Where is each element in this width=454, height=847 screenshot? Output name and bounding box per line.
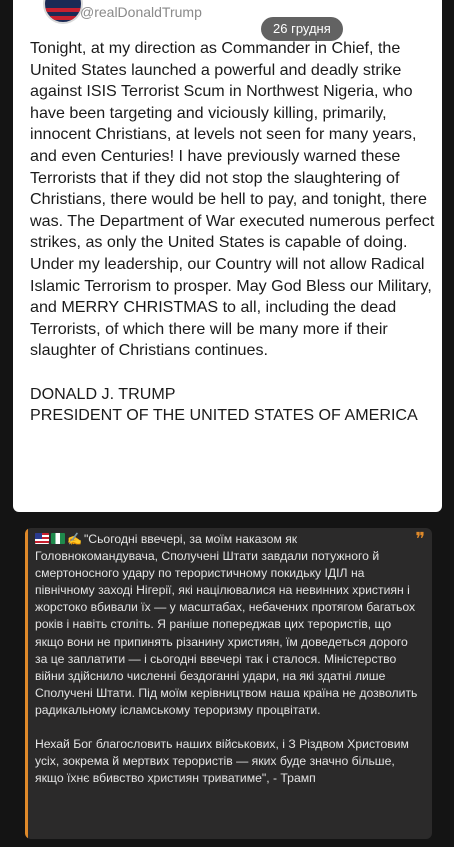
us-flag-icon	[35, 533, 49, 544]
post-body-container: Tonight, at my direction as Commander in…	[30, 38, 435, 427]
quote-text: ✍ "Сьогодні ввечері, за моїм наказом як Г…	[35, 531, 421, 805]
signature-name: DONALD J. TRUMP	[30, 384, 176, 403]
date-divider-badge: 26 грудня	[261, 17, 343, 41]
avatar	[43, 0, 83, 24]
signature-title: PRESIDENT OF THE UNITED STATES OF AMERIC…	[30, 406, 418, 425]
quote-paragraph-1-text: "Сьогодні ввечері, за моїм наказом як Го…	[35, 532, 418, 717]
post-signature: DONALD J. TRUMP PRESIDENT OF THE UNITED …	[30, 384, 435, 427]
truth-social-post-screenshot: @realDonaldTrump Tonight, at my directio…	[13, 0, 442, 512]
quote-paragraph-1: ✍ "Сьогодні ввечері, за моїм наказом як Г…	[35, 531, 421, 719]
post-handle: @realDonaldTrump	[80, 4, 202, 20]
quote-accent-bar	[25, 528, 28, 839]
nigeria-flag-icon	[51, 533, 65, 544]
translation-quote-block[interactable]: ❞ ✍ "Сьогодні ввечері, за моїм наказом як…	[25, 528, 432, 839]
writing-hand-icon: ✍	[67, 532, 82, 546]
post-body: Tonight, at my direction as Commander in…	[30, 39, 435, 360]
quote-paragraph-2: Нехай Бог благословить наших військових,…	[35, 737, 409, 786]
